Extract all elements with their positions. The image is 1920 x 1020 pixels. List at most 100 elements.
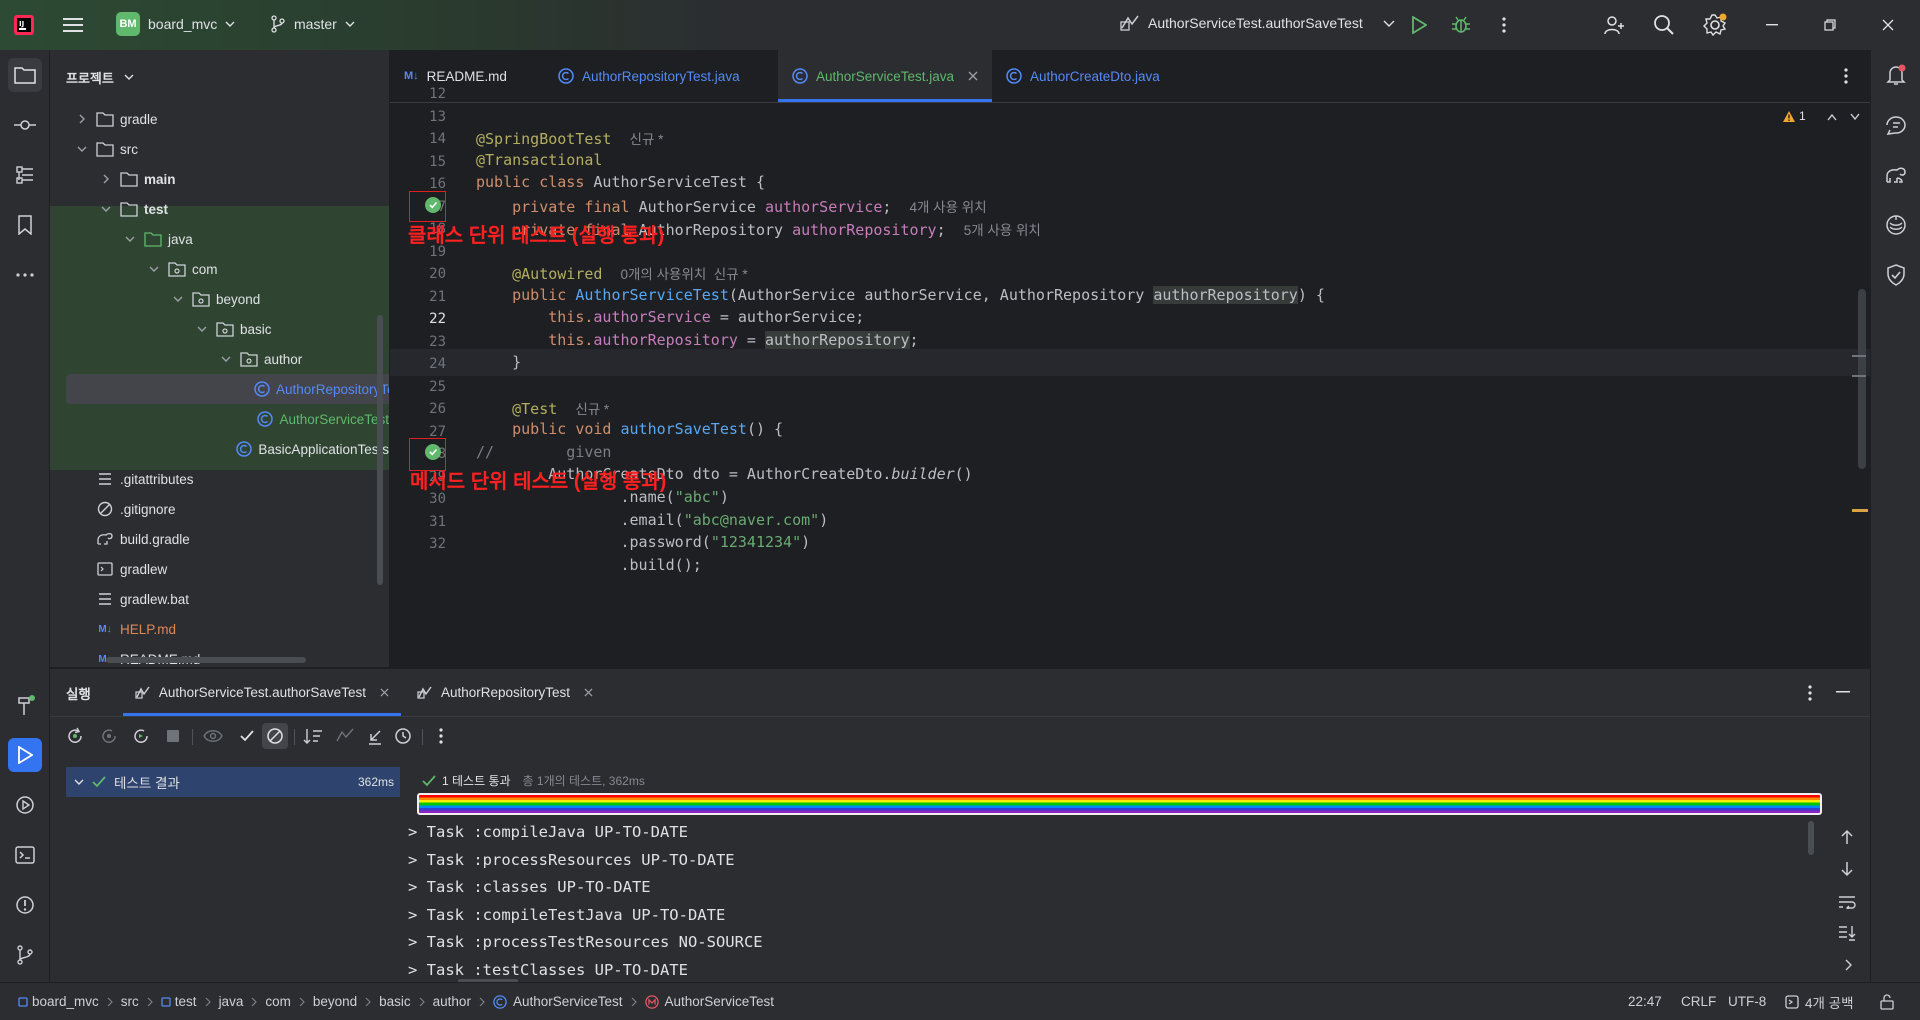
tree-item[interactable]: .gitignore [50,494,389,524]
tree-item[interactable]: basic [50,314,389,344]
database-icon[interactable] [1879,208,1913,242]
hide-panel-icon[interactable] [1836,691,1850,693]
breadcrumb-item[interactable]: test [161,994,197,1009]
more-chevron-icon[interactable] [1844,959,1852,971]
close-tab-icon[interactable] [584,688,593,697]
method-test-passed-icon[interactable] [425,444,441,460]
show-passed-eye-icon[interactable] [200,723,226,749]
run-icon[interactable] [1408,14,1430,36]
project-selector[interactable]: BM board_mvc [116,12,235,36]
chevron-right-icon[interactable] [74,114,90,124]
show-ignored-icon[interactable] [262,723,288,749]
chevron-down-icon[interactable] [98,204,114,214]
history-clock-icon[interactable] [390,723,416,749]
tab-author-create-dto[interactable]: AuthorCreateDto.java [992,50,1192,102]
more-tools-icon[interactable] [8,258,42,292]
usage-hint[interactable]: 4개 사용 위치 [910,200,987,215]
problems-icon[interactable] [8,888,42,922]
build-hammer-icon[interactable] [8,688,42,722]
notifications-bell-icon[interactable] [1879,58,1913,92]
structure-icon[interactable] [8,158,42,192]
close-tab-icon[interactable] [380,688,389,697]
breadcrumb-item[interactable]: beyond [313,994,357,1009]
lock-icon[interactable] [1880,993,1894,1010]
breadcrumb-item[interactable]: author [433,994,471,1009]
terminal-icon[interactable] [8,838,42,872]
breadcrumb-item[interactable]: com [265,994,291,1009]
tree-item[interactable]: gradle [50,104,389,134]
breadcrumb-item[interactable]: AuthorServiceTest [493,994,623,1009]
breadcrumb-item[interactable]: board_mvc [18,994,99,1009]
chevron-down-icon[interactable] [218,354,234,364]
tree-item[interactable]: build.gradle [50,524,389,554]
main-menu-icon[interactable] [60,13,86,37]
tab-run-author-service-test[interactable]: AuthorServiceTest.authorSaveTest [122,669,402,716]
run-config-selector[interactable]: AuthorServiceTest.authorSaveTest [1120,14,1395,32]
tree-item[interactable]: test [50,194,389,224]
usage-hint[interactable]: 5개 사용 위치 [964,223,1041,238]
scroll-up-icon[interactable] [1840,829,1854,845]
breadcrumb-item[interactable]: src [121,994,139,1009]
inlay-hint[interactable]: 신규 * [575,402,609,417]
chevron-down-icon[interactable] [146,264,162,274]
chevron-down-icon[interactable] [194,324,210,334]
tree-item[interactable]: src [50,134,389,164]
show-passed-check-icon[interactable] [234,723,260,749]
tree-scrollbar[interactable] [377,315,383,585]
indent-setting[interactable]: 4개 공백 [1785,992,1854,1012]
console-scrollbar[interactable] [1808,821,1814,855]
gradle-elephant-icon[interactable] [1879,158,1913,192]
restore-icon[interactable] [1818,14,1842,36]
scroll-to-end-icon[interactable] [1838,925,1856,941]
tree-item[interactable]: com [50,254,389,284]
line-ending[interactable]: CRLF [1681,994,1716,1009]
services-icon[interactable] [8,788,42,822]
tree-item[interactable]: AuthorRepositoryTest [66,374,389,404]
stop-icon[interactable] [160,723,186,749]
import-tests-icon[interactable] [332,723,358,749]
breadcrumb-item[interactable]: basic [379,994,411,1009]
chevron-down-icon[interactable] [170,294,186,304]
tree-item[interactable]: main [50,164,389,194]
breadcrumb-item[interactable]: AuthorServiceTest [644,994,774,1009]
chevron-down-icon[interactable] [122,234,138,244]
chevron-down-icon[interactable] [74,144,90,154]
chevron-right-icon[interactable] [98,174,114,184]
settings-gear-icon[interactable] [1702,12,1728,38]
toolbar-more-icon[interactable] [428,723,454,749]
ide-logo-icon[interactable]: IJ [12,13,36,37]
tree-item[interactable]: java [50,224,389,254]
branch-selector[interactable]: master [270,15,355,33]
security-shield-icon[interactable] [1879,258,1913,292]
tree-item[interactable]: author [50,344,389,374]
class-test-passed-icon[interactable] [425,197,441,213]
soft-wrap-icon[interactable] [1838,895,1856,909]
run-panel-more-icon[interactable] [1808,685,1812,701]
sort-icon[interactable] [300,723,326,749]
project-panel-header[interactable]: 프로젝트 [50,50,389,104]
tree-horizontal-scrollbar[interactable] [106,657,306,663]
bookmarks-icon[interactable] [8,208,42,242]
usage-hint[interactable]: 0개의 사용위치 신규 * [621,267,748,282]
toggle-auto-test-icon[interactable] [128,723,154,749]
commit-icon[interactable] [8,108,42,142]
close-icon[interactable] [1876,14,1900,36]
tree-item[interactable]: M↓ HELP.md [50,614,389,644]
tree-item[interactable]: beyond [50,284,389,314]
file-encoding[interactable]: UTF-8 [1728,994,1766,1009]
debug-icon[interactable] [1450,14,1472,36]
rerun-icon[interactable] [62,723,88,749]
tree-item[interactable]: gradlew.bat [50,584,389,614]
code-area[interactable]: 1213141516171819202122232425262728293031… [390,86,1870,667]
inlay-hint[interactable]: 신규 * [630,132,664,147]
export-results-icon[interactable] [362,723,388,749]
tree-item[interactable]: M↓README.md [50,644,389,667]
minimize-icon[interactable] [1760,14,1784,36]
console-output[interactable]: > Task :compileJava UP-TO-DATE > Task :pr… [408,819,1808,982]
tree-item[interactable]: gradlew [50,554,389,584]
tree-item[interactable]: AuthorServiceTest [50,404,389,434]
scroll-down-icon[interactable] [1840,861,1854,877]
cursor-position[interactable]: 22:47 [1628,994,1662,1009]
next-highlight-icon[interactable] [1850,113,1860,121]
close-tab-icon[interactable] [968,71,978,81]
